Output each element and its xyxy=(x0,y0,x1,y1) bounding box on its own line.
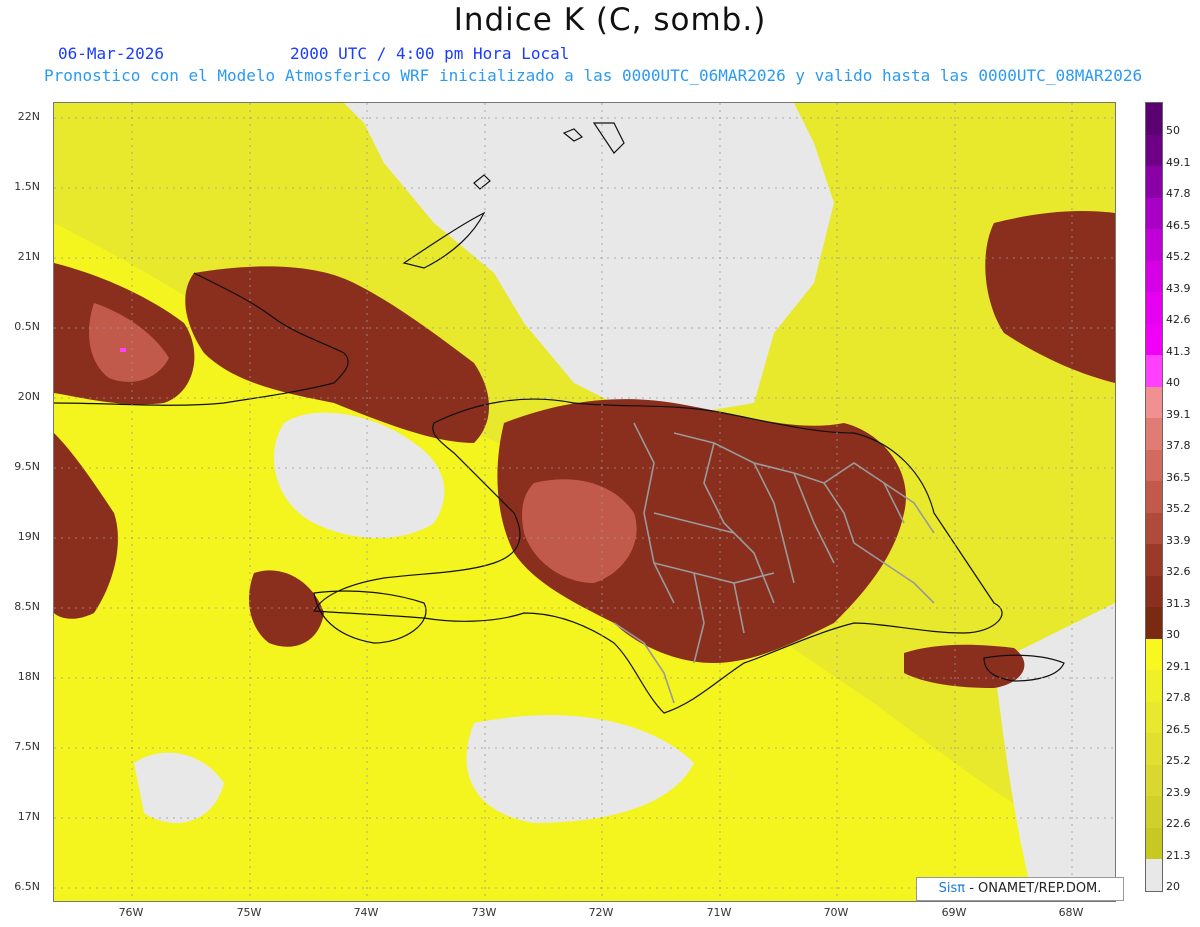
colorbar-label: 33.9 xyxy=(1166,533,1191,547)
colorbar-label: 42.6 xyxy=(1166,313,1191,326)
colorbar-label: 22.6 xyxy=(1166,817,1191,830)
credit-brand: Sisπ xyxy=(938,881,966,896)
lon-label-74w: 74W xyxy=(353,906,379,919)
colorbar-label: 36.5 xyxy=(1166,470,1191,484)
brown-region-magenta-spot xyxy=(120,348,126,352)
colorbar-segment xyxy=(1146,418,1162,450)
lon-label-69w: 69W xyxy=(941,906,967,919)
colorbar-label: 29.1 xyxy=(1166,659,1191,673)
colorbar-segment xyxy=(1146,575,1162,607)
colorbar-segment xyxy=(1146,103,1162,135)
colorbar-segment xyxy=(1146,607,1162,639)
colorbar-segment xyxy=(1146,638,1162,670)
forecast-description: Pronostico con el Modelo Atmosferico WRF… xyxy=(44,66,1143,85)
colorbar-label: 49.1 xyxy=(1166,155,1191,169)
colorbar-label: 43.9 xyxy=(1166,281,1191,295)
colorbar-label: 39.1 xyxy=(1166,407,1191,421)
lat-label-21-5n: 1.5N xyxy=(14,180,40,193)
colorbar-label: 25.2 xyxy=(1166,754,1191,767)
lon-label-71w: 71W xyxy=(706,906,732,919)
forecast-date: 06-Mar-2026 xyxy=(58,44,164,63)
colorbar-segment xyxy=(1146,796,1162,828)
lat-label-18-5n: 8.5N xyxy=(14,600,40,613)
forecast-time: 2000 UTC / 4:00 pm Hora Local xyxy=(290,44,570,63)
colorbar-segment xyxy=(1146,355,1162,387)
colorbar-label: 21.3 xyxy=(1166,848,1191,862)
colorbar-label: 50 xyxy=(1166,124,1180,137)
colorbar-segment xyxy=(1146,733,1162,765)
colorbar-segment xyxy=(1146,670,1162,702)
lon-label-70w: 70W xyxy=(823,906,849,919)
colorbar-segment xyxy=(1146,166,1162,198)
colorbar-label: 37.8 xyxy=(1166,439,1191,452)
colorbar-label: 46.5 xyxy=(1166,218,1191,232)
lat-label-19n: 19N xyxy=(17,530,40,543)
lon-label-73w: 73W xyxy=(471,906,497,919)
colorbar-segment xyxy=(1146,134,1162,166)
colorbar-label: 35.2 xyxy=(1166,502,1191,515)
colorbar-label: 26.5 xyxy=(1166,722,1191,736)
colorbar-label: 20 xyxy=(1166,880,1180,893)
map-title: Indice K (C, somb.) xyxy=(453,2,767,38)
lon-label-75w: 75W xyxy=(236,906,262,919)
credit-org: - ONAMET/REP.DOM. xyxy=(965,881,1102,896)
colorbar-label: 30 xyxy=(1166,628,1180,641)
colorbar-label: 45.2 xyxy=(1166,250,1191,263)
colorbar-label: 47.8 xyxy=(1166,187,1191,200)
colorbar-segment xyxy=(1146,449,1162,481)
lat-label-19-5n: 9.5N xyxy=(14,460,40,473)
colorbar-label: 27.8 xyxy=(1166,691,1191,704)
lat-label-22n: 22N xyxy=(17,110,40,123)
lat-label-17-5n: 7.5N xyxy=(14,740,40,753)
lat-label-16-5n: 6.5N xyxy=(14,880,40,893)
colorbar xyxy=(1145,102,1163,892)
colorbar-segment xyxy=(1146,544,1162,576)
lon-label-76w: 76W xyxy=(118,906,144,919)
colorbar-segment xyxy=(1146,386,1162,418)
lon-label-72w: 72W xyxy=(588,906,614,919)
colorbar-segment xyxy=(1146,292,1162,324)
colorbar-label: 32.6 xyxy=(1166,565,1191,578)
colorbar-segment xyxy=(1146,512,1162,544)
colorbar-label: 23.9 xyxy=(1166,785,1191,799)
colorbar-label: 41.3 xyxy=(1166,344,1191,358)
map-area[interactable] xyxy=(53,102,1116,902)
credit-box: Sisπ - ONAMET/REP.DOM. xyxy=(916,877,1124,901)
lat-label-17n: 17N xyxy=(17,810,40,823)
lon-label-68w: 68W xyxy=(1058,906,1084,919)
colorbar-segment xyxy=(1146,481,1162,513)
colorbar-segment xyxy=(1146,229,1162,261)
lat-label-21n: 21N xyxy=(17,250,40,263)
colorbar-segment xyxy=(1146,764,1162,796)
colorbar-segment xyxy=(1146,323,1162,355)
colorbar-label: 40 xyxy=(1166,376,1180,389)
lat-label-18n: 18N xyxy=(17,670,40,683)
lat-label-20n: 20N xyxy=(17,390,40,403)
colorbar-label: 31.3 xyxy=(1166,596,1191,610)
colorbar-segment xyxy=(1146,260,1162,292)
colorbar-segment xyxy=(1146,859,1162,891)
lat-label-20-5n: 0.5N xyxy=(14,320,40,333)
k-index-field xyxy=(54,103,1115,901)
colorbar-segment xyxy=(1146,701,1162,733)
colorbar-segment xyxy=(1146,827,1162,859)
colorbar-segment xyxy=(1146,197,1162,229)
